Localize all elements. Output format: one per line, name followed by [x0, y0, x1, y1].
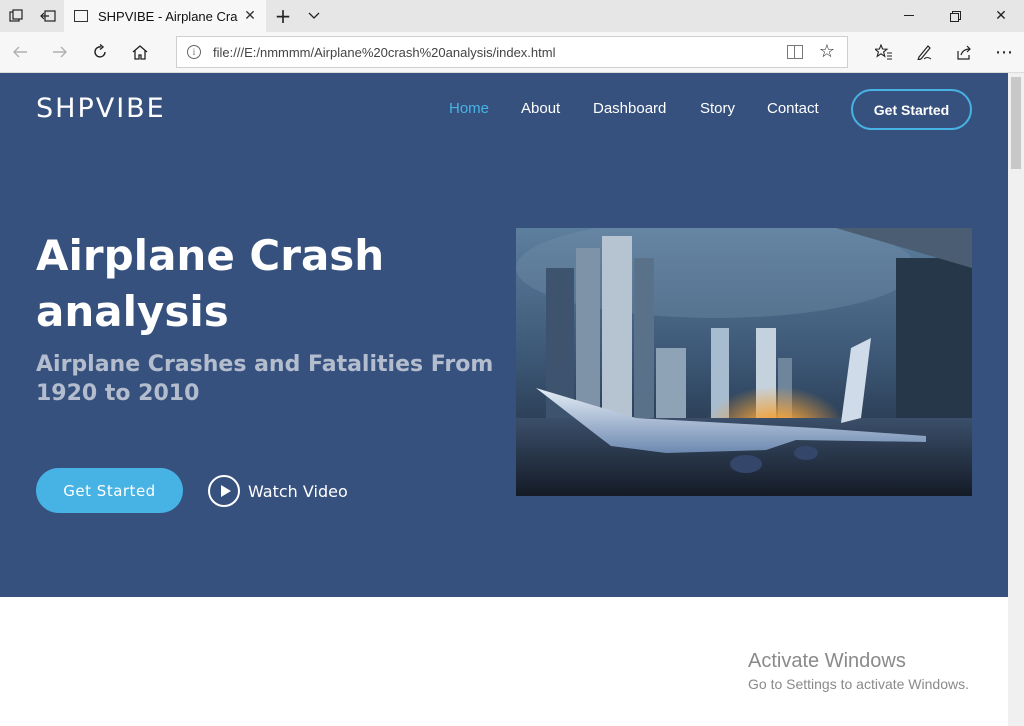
- nav-about[interactable]: About: [521, 100, 560, 117]
- web-notes-pen-icon[interactable]: [906, 36, 942, 68]
- page-viewport: SHPVIBE Home About Dashboard Story Conta…: [0, 73, 1008, 726]
- get-started-button[interactable]: Get Started: [36, 468, 183, 513]
- watch-video-link[interactable]: Watch Video: [208, 474, 348, 508]
- nav-home[interactable]: Home: [449, 100, 489, 117]
- url-text: file:///E:/nmmmm/Airplane%20crash%20anal…: [213, 45, 556, 60]
- windows-activation-watermark: Activate Windows Go to Settings to activ…: [748, 650, 969, 692]
- reading-view-icon[interactable]: [787, 45, 803, 59]
- new-tab-icon[interactable]: +: [268, 0, 298, 32]
- forward-arrow-icon[interactable]: [42, 36, 78, 68]
- vertical-scrollbar[interactable]: [1008, 73, 1024, 726]
- hero-title: Airplane Crash analysis: [36, 231, 385, 336]
- site-info-icon[interactable]: i: [187, 45, 201, 59]
- home-icon[interactable]: [122, 36, 158, 68]
- close-tab-icon[interactable]: ✕: [242, 8, 258, 24]
- back-arrow-icon[interactable]: [2, 36, 38, 68]
- browser-tab-bar: SHPVIBE - Airplane Crash ✕ + ✕: [0, 0, 1024, 32]
- browser-toolbar: i file:///E:/nmmmm/Airplane%20crash%20an…: [0, 32, 1024, 73]
- page-icon: [74, 10, 88, 22]
- nav-contact[interactable]: Contact: [767, 100, 819, 117]
- refresh-icon[interactable]: [82, 36, 118, 68]
- hero-subtitle: Airplane Crashes and Fatalities From 192…: [36, 352, 494, 406]
- nav-story[interactable]: Story: [700, 100, 735, 117]
- site-logo[interactable]: SHPVIBE: [36, 93, 166, 124]
- address-bar[interactable]: i file:///E:/nmmmm/Airplane%20crash%20an…: [176, 36, 848, 68]
- set-tabs-aside-icon[interactable]: [32, 0, 64, 32]
- favorites-list-icon[interactable]: [866, 36, 902, 68]
- play-circle-icon: [208, 475, 240, 507]
- restore-button[interactable]: [932, 0, 978, 32]
- more-options-icon[interactable]: ⋯: [986, 36, 1022, 68]
- tab-title: SHPVIBE - Airplane Crash: [98, 8, 238, 24]
- airplane-crash-image: [516, 228, 972, 496]
- watermark-subtitle: Go to Settings to activate Windows.: [748, 676, 969, 692]
- hero-section: SHPVIBE Home About Dashboard Story Conta…: [0, 73, 1008, 597]
- tab-manager-icon[interactable]: [0, 0, 32, 32]
- close-window-button[interactable]: ✕: [978, 0, 1024, 32]
- watermark-title: Activate Windows: [748, 650, 906, 672]
- get-started-nav-button[interactable]: Get Started: [851, 89, 972, 130]
- watch-video-label: Watch Video: [248, 481, 348, 501]
- browser-tab-active[interactable]: SHPVIBE - Airplane Crash ✕: [64, 0, 266, 32]
- tab-list-chevron-icon[interactable]: [298, 0, 330, 32]
- scrollbar-thumb[interactable]: [1011, 77, 1021, 169]
- minimize-button[interactable]: [886, 0, 932, 32]
- nav-dashboard[interactable]: Dashboard: [593, 100, 666, 117]
- favorite-star-icon[interactable]: ☆: [819, 41, 835, 62]
- share-icon[interactable]: [946, 36, 982, 68]
